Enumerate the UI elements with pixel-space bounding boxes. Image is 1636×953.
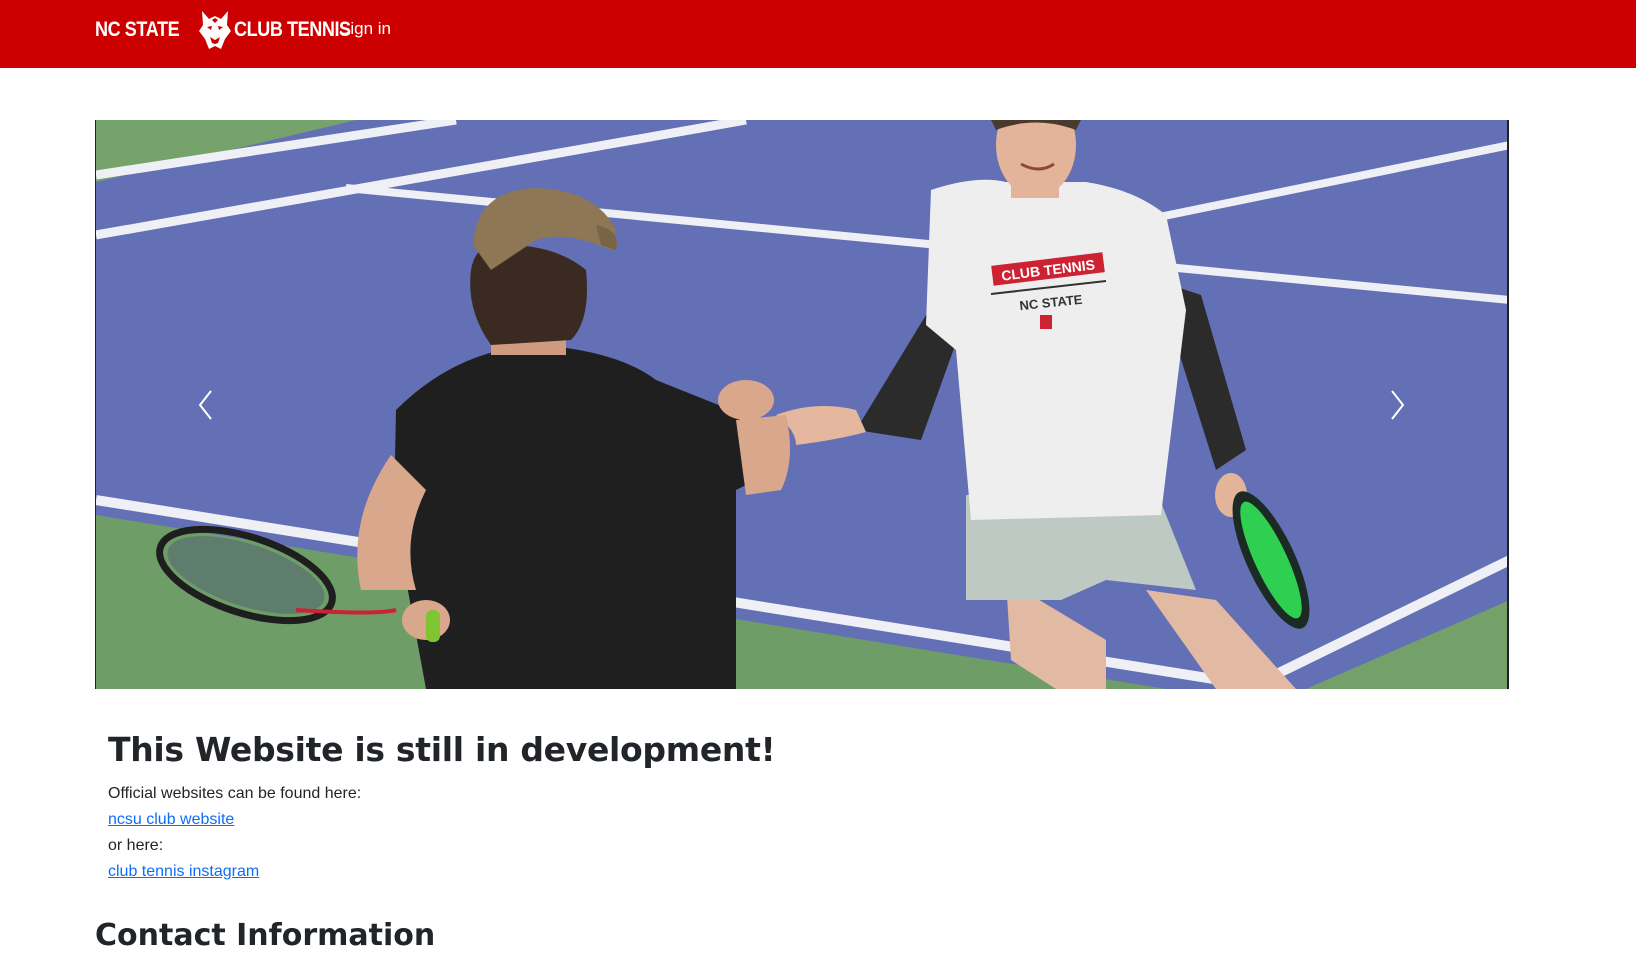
ncsu-club-website-link[interactable]: ncsu club website: [108, 811, 234, 828]
image-carousel: CLUB TENNIS NC STATE: [95, 120, 1509, 689]
brand-text-club-tennis: CLUB TENNIS: [233, 18, 351, 41]
chevron-left-icon: [198, 389, 212, 420]
or-here-text: or here:: [108, 837, 164, 854]
top-navbar: NC STATE CLUB TENNIS Sign in: [0, 0, 1636, 68]
page-title: This Website is still in development!: [108, 730, 776, 769]
chevron-right-icon: [1391, 389, 1405, 420]
intro-text: Official websites can be found here:: [108, 785, 362, 802]
wolf-head-icon: [198, 11, 231, 49]
sign-in-link[interactable]: Sign in: [339, 19, 391, 39]
contact-information-heading: Contact Information: [95, 918, 436, 953]
carousel-next-button[interactable]: [1287, 120, 1507, 689]
brand-text-nc-state: NC STATE: [95, 18, 180, 41]
brand-logo[interactable]: NC STATE CLUB TENNIS: [95, 9, 370, 51]
club-tennis-instagram-link[interactable]: club tennis instagram: [108, 863, 259, 880]
main-content: This Website is still in development! Of…: [108, 730, 1408, 885]
carousel-prev-button[interactable]: [96, 120, 316, 689]
